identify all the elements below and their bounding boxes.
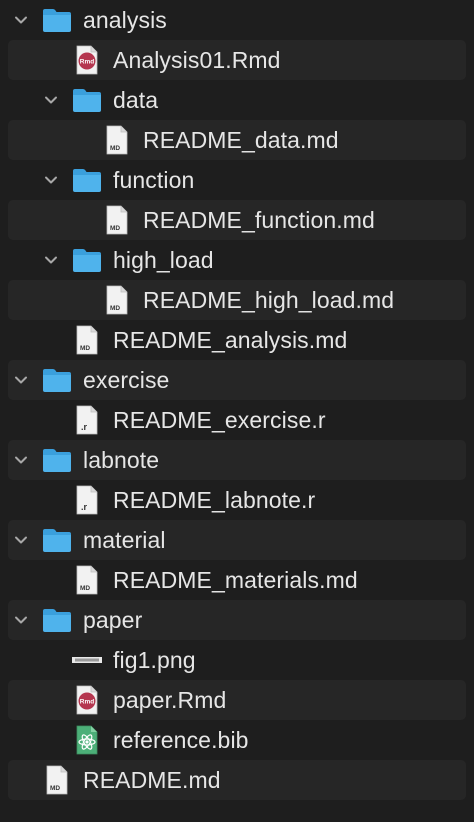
- md-file-icon: MD: [102, 125, 132, 155]
- md-file-icon: MD: [102, 285, 132, 315]
- folder-name: paper: [83, 607, 143, 633]
- file-row[interactable]: fig1.png: [8, 640, 466, 680]
- png-file-icon: [72, 645, 102, 675]
- svg-text:Rmd: Rmd: [80, 699, 94, 706]
- folder-name: data: [113, 87, 159, 113]
- md-file-icon: MD: [72, 565, 102, 595]
- svg-text:Rmd: Rmd: [80, 59, 94, 66]
- file-name: README_exercise.r: [113, 407, 326, 433]
- folder-row[interactable]: analysis: [8, 0, 466, 40]
- folder-row[interactable]: exercise: [8, 360, 466, 400]
- folder-name: analysis: [83, 7, 167, 33]
- folder-icon: [42, 525, 72, 555]
- file-row[interactable]: MD README_high_load.md: [8, 280, 466, 320]
- file-name: README_labnote.r: [113, 487, 316, 513]
- folder-name: material: [83, 527, 166, 553]
- file-row[interactable]: .r README_exercise.r: [8, 400, 466, 440]
- file-name: README_analysis.md: [113, 327, 348, 353]
- folder-name: labnote: [83, 447, 160, 473]
- md-file-icon: MD: [42, 765, 72, 795]
- folder-icon: [72, 245, 102, 275]
- file-row[interactable]: MD README_function.md: [8, 200, 466, 240]
- folder-icon: [42, 445, 72, 475]
- md-file-icon: MD: [102, 205, 132, 235]
- chevron-down-icon[interactable]: [13, 612, 29, 628]
- bib-file-icon: [72, 725, 102, 755]
- folder-row[interactable]: labnote: [8, 440, 466, 480]
- file-row[interactable]: MD README_materials.md: [8, 560, 466, 600]
- file-name: README_high_load.md: [143, 287, 395, 313]
- file-row[interactable]: Rmd Analysis01.Rmd: [8, 40, 466, 80]
- folder-row[interactable]: material: [8, 520, 466, 560]
- file-row[interactable]: MD README_analysis.md: [8, 320, 466, 360]
- file-name: paper.Rmd: [113, 687, 227, 713]
- file-name: fig1.png: [113, 647, 196, 673]
- svg-text:MD: MD: [80, 585, 90, 592]
- chevron-down-icon[interactable]: [13, 372, 29, 388]
- file-row[interactable]: MD README_data.md: [8, 120, 466, 160]
- folder-row[interactable]: function: [8, 160, 466, 200]
- folder-icon: [42, 605, 72, 635]
- chevron-down-icon[interactable]: [13, 12, 29, 28]
- r-file-icon: .r: [72, 485, 102, 515]
- file-name: Analysis01.Rmd: [113, 47, 281, 73]
- r-file-icon: .r: [72, 405, 102, 435]
- file-row[interactable]: .r README_labnote.r: [8, 480, 466, 520]
- svg-text:.r: .r: [81, 422, 88, 432]
- folder-name: exercise: [83, 367, 170, 393]
- chevron-down-icon[interactable]: [43, 172, 59, 188]
- chevron-down-icon[interactable]: [43, 252, 59, 268]
- file-name: README_materials.md: [113, 567, 358, 593]
- svg-text:MD: MD: [110, 225, 120, 232]
- folder-icon: [42, 365, 72, 395]
- folder-icon: [72, 85, 102, 115]
- svg-text:MD: MD: [80, 345, 90, 352]
- folder-row[interactable]: paper: [8, 600, 466, 640]
- svg-text:MD: MD: [50, 785, 60, 792]
- file-name: README_data.md: [143, 127, 339, 153]
- folder-name: high_load: [113, 247, 214, 273]
- rmd-file-icon: Rmd: [72, 685, 102, 715]
- svg-text:.r: .r: [81, 502, 88, 512]
- rmd-file-icon: Rmd: [72, 45, 102, 75]
- chevron-down-icon[interactable]: [13, 532, 29, 548]
- chevron-down-icon[interactable]: [43, 92, 59, 108]
- folder-row[interactable]: high_load: [8, 240, 466, 280]
- svg-text:MD: MD: [110, 145, 120, 152]
- file-row[interactable]: Rmd paper.Rmd: [8, 680, 466, 720]
- folder-name: function: [113, 167, 195, 193]
- file-row[interactable]: MD README.md: [8, 760, 466, 800]
- folder-icon: [72, 165, 102, 195]
- chevron-down-icon[interactable]: [13, 452, 29, 468]
- md-file-icon: MD: [72, 325, 102, 355]
- folder-row[interactable]: data: [8, 80, 466, 120]
- svg-text:MD: MD: [110, 305, 120, 312]
- file-name: README_function.md: [143, 207, 375, 233]
- file-name: reference.bib: [113, 727, 249, 753]
- file-tree: analysis Rmd Analysis01.Rmd data MD README_da…: [0, 0, 474, 822]
- folder-icon: [42, 5, 72, 35]
- file-row[interactable]: reference.bib: [8, 720, 466, 760]
- file-name: README.md: [83, 767, 221, 793]
